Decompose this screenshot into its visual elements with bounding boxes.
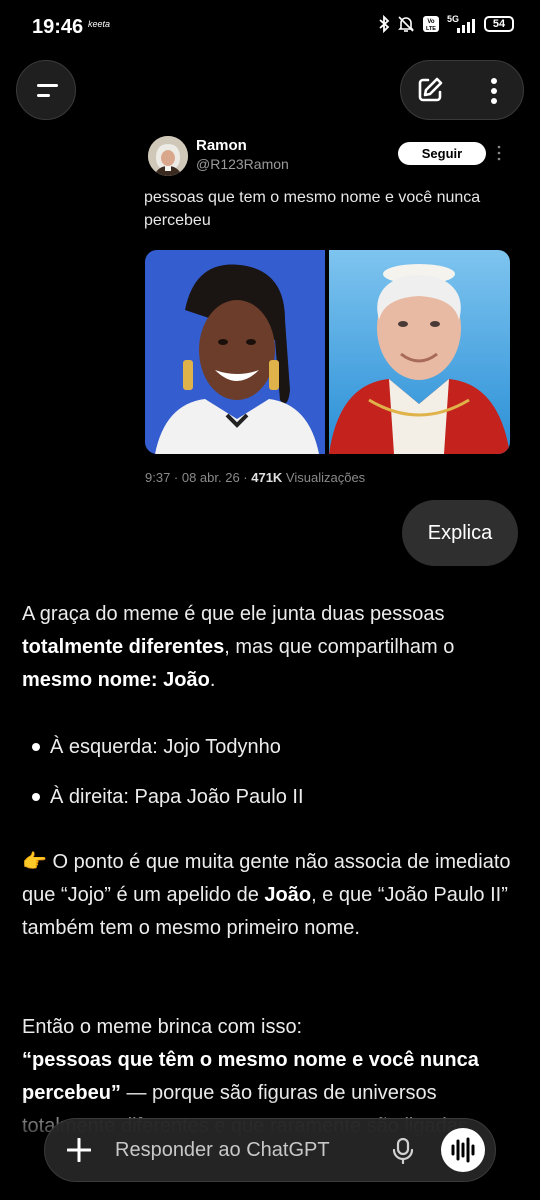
pointing-hand-icon: 👉: [22, 851, 47, 873]
list-item: À esquerda: Jojo Todynho: [22, 722, 304, 772]
answer-text: Então o meme brinca com isso:: [22, 1016, 303, 1038]
status-bar: 19:46 keeta Vo LTE 5G 54: [0, 0, 540, 56]
bell-off-icon: [398, 16, 414, 32]
tweet-image-left: [145, 250, 325, 454]
voice-mode-button[interactable]: [441, 1128, 485, 1172]
message-composer: [44, 1118, 496, 1182]
answer-bold: totalmente diferentes: [22, 636, 225, 658]
tweet-image-right: [329, 250, 510, 454]
edit-icon[interactable]: [415, 75, 445, 105]
tweet-more-icon: [497, 145, 501, 161]
tweet-views-label: Visualizações: [282, 470, 366, 485]
list-item: À direita: Papa João Paulo II: [22, 772, 304, 822]
status-time: 19:46: [32, 16, 84, 38]
svg-text:Vo: Vo: [427, 19, 435, 25]
answer-text: A graça do meme é que ele junta duas pes…: [22, 603, 445, 625]
tweet-author-handle: @R123Ramon: [196, 156, 289, 172]
answer-text: .: [209, 669, 216, 691]
answer-bullet-list: À esquerda: Jojo Todynho À direita: Papa…: [22, 722, 304, 822]
tweet-timestamp: 9:37 · 08 abr. 26 ·: [145, 470, 252, 485]
answer-paragraph-1: A graça do meme é que ele junta duas pes…: [22, 598, 522, 697]
tweet-meta: 9:37 · 08 abr. 26 · 471K Visualizações: [145, 470, 365, 485]
bluetooth-icon: [379, 15, 390, 33]
status-icons: Vo LTE 5G 54: [378, 15, 514, 33]
signal-icon: [457, 19, 475, 33]
answer-bold: mesmo nome: João: [22, 669, 210, 691]
signal-5g: 5G: [447, 15, 477, 33]
mic-icon[interactable]: [391, 1138, 415, 1164]
battery-icon: 54: [484, 16, 514, 32]
more-vertical-icon[interactable]: [479, 77, 509, 105]
top-actions: [400, 60, 524, 120]
svg-text:LTE: LTE: [426, 26, 436, 32]
answer-bold: João: [264, 884, 312, 906]
tweet-author-name: Ramon: [196, 137, 247, 154]
plus-icon[interactable]: [67, 1138, 91, 1162]
answer-paragraph-2: 👉 O ponto é que muita gente não associa …: [22, 846, 522, 945]
sidebar-menu-button[interactable]: [16, 60, 76, 120]
user-message-bubble[interactable]: Explica: [402, 500, 518, 566]
voice-waveform-icon: [451, 1137, 475, 1163]
carrier-icon: keeta: [88, 19, 111, 29]
avatar: [148, 136, 188, 176]
tweet-views-count: 471K: [251, 470, 283, 485]
tweet-text: pessoas que tem o mesmo nome e você nunc…: [144, 189, 481, 229]
message-input[interactable]: [115, 1119, 375, 1181]
volte-icon: VoLTE: [423, 16, 439, 32]
follow-button: Seguir: [398, 142, 486, 165]
answer-text: , mas que compartilham o: [224, 636, 455, 658]
